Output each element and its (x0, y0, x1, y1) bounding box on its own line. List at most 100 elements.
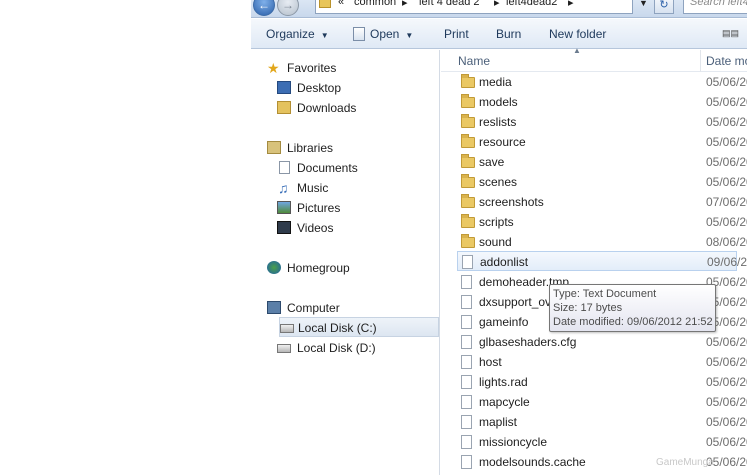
nav-label: Local Disk (C:) (298, 321, 377, 335)
nav-label: Music (297, 181, 329, 195)
folder-row[interactable]: media 05/06/20 (441, 72, 747, 92)
file-name: lights.rad (479, 375, 528, 389)
nav-label: Pictures (297, 201, 341, 215)
file-date-modified: 05/06/20 (706, 155, 747, 169)
file-name: models (479, 95, 518, 109)
command-bar: Organize ▼ Open ▼ Print Burn New folder ▤▤ (251, 19, 747, 49)
file-name: mapcycle (479, 395, 530, 409)
burn-button[interactable]: Burn (496, 27, 521, 41)
folder-icon (461, 154, 475, 168)
nav-label: Favorites (287, 61, 337, 75)
print-button[interactable]: Print (444, 27, 469, 41)
folder-row[interactable]: models 05/06/20 (441, 92, 747, 112)
file-tooltip: Type: Text Document Size: 17 bytes Date … (549, 284, 716, 332)
nav-label: Desktop (297, 81, 342, 95)
forward-button[interactable]: → (277, 0, 299, 16)
forward-arrow-icon: → (282, 0, 294, 12)
organize-label: Organize (266, 27, 315, 41)
document-icon (461, 455, 472, 469)
folder-icon (461, 74, 475, 88)
column-name[interactable]: Name (458, 54, 490, 68)
file-name: gameinfo (479, 315, 529, 329)
search-input[interactable]: Search left4 (683, 0, 747, 14)
pictures-icon (277, 201, 291, 214)
back-button[interactable]: ← (253, 0, 275, 16)
file-row[interactable]: maplist 05/06/20 (441, 412, 747, 432)
nav-label: Documents (297, 161, 358, 175)
nav-label: Videos (297, 221, 334, 235)
folder-icon (461, 134, 475, 148)
file-name: resource (479, 135, 526, 149)
chevron-right-icon[interactable]: ▸ (402, 0, 408, 9)
file-row[interactable]: host 05/06/20 (441, 352, 747, 372)
file-row[interactable]: missioncycle 05/06/20 (441, 432, 747, 452)
document-icon (462, 255, 473, 269)
file-date-modified: 05/06/20 (706, 415, 747, 429)
file-date-modified: 05/06/20 (706, 395, 747, 409)
file-date-modified: 05/06/20 (706, 115, 747, 129)
document-icon (461, 335, 472, 349)
address-bar: ← → « common ▸ left 4 dead 2 ▸ left4dead… (251, 0, 747, 18)
folder-row[interactable]: reslists 05/06/20 (441, 112, 747, 132)
file-date-modified: 05/06/20 (706, 435, 747, 449)
document-icon (461, 315, 472, 329)
column-date-modified[interactable]: Date mo (706, 54, 747, 68)
nav-label: Homegroup (287, 261, 350, 275)
column-header: ▲ Name Date mo (441, 46, 747, 72)
refresh-button[interactable]: ↻ (654, 0, 674, 14)
chevron-down-icon[interactable]: ▼ (639, 0, 648, 8)
file-date-modified: 05/06/20 (706, 215, 747, 229)
explorer-window: ← → « common ▸ left 4 dead 2 ▸ left4dead… (251, 0, 747, 475)
file-name: addonlist (480, 255, 529, 269)
folder-row[interactable]: sound 08/06/20 (441, 232, 747, 252)
organize-button[interactable]: Organize ▼ (266, 27, 329, 41)
file-row[interactable]: addonlist 09/06/20 (457, 251, 747, 271)
folder-icon (461, 234, 475, 248)
open-label: Open (370, 27, 400, 41)
file-name: missioncycle (479, 435, 548, 449)
document-icon (461, 295, 472, 309)
folder-icon (461, 114, 475, 128)
breadcrumb-overflow[interactable]: « (338, 0, 344, 8)
back-arrow-icon: ← (258, 0, 270, 12)
open-button[interactable]: Open ▼ (353, 27, 413, 41)
file-date-modified: 07/06/20 (706, 195, 747, 209)
file-date-modified: 05/06/20 (706, 135, 747, 149)
file-row[interactable]: mapcycle 05/06/20 (441, 392, 747, 412)
tooltip-date: Date modified: 09/06/2012 21:52 (553, 316, 713, 328)
folder-row[interactable]: save 05/06/20 (441, 152, 747, 172)
nav-label: Downloads (297, 101, 357, 115)
file-row[interactable]: glbaseshaders.cfg 05/06/20 (441, 332, 747, 352)
nav-label: Computer (287, 301, 340, 315)
folder-row[interactable]: scripts 05/06/20 (441, 212, 747, 232)
view-options-icon[interactable]: ▤▤ (722, 28, 739, 38)
breadcrumb-item-common[interactable]: common (354, 0, 396, 8)
document-icon (461, 355, 472, 369)
drive-icon (280, 324, 294, 333)
folder-row[interactable]: resource 05/06/20 (441, 132, 747, 152)
file-date-modified: 05/06/20 (706, 375, 747, 389)
file-date-modified: 08/06/20 (706, 235, 747, 249)
breadcrumb-item-left-4-dead-2[interactable]: left 4 dead 2 (419, 0, 480, 8)
file-date-modified: 05/06/20 (706, 355, 747, 369)
nav-label: Libraries (287, 141, 334, 155)
refresh-icon: ↻ (659, 0, 669, 11)
chevron-right-icon[interactable]: ▸ (568, 0, 574, 9)
breadcrumb[interactable]: « common ▸ left 4 dead 2 ▸ left4dead2 ▸ (315, 0, 633, 14)
libraries-icon (267, 141, 281, 154)
file-name: scenes (479, 175, 518, 189)
nav-item-local-disk-c[interactable]: Local Disk (C:) (279, 317, 439, 337)
folder-row[interactable]: screenshots 07/06/20 (441, 192, 747, 212)
file-name: glbaseshaders.cfg (479, 335, 577, 349)
folder-row[interactable]: scenes 05/06/20 (441, 172, 747, 192)
chevron-right-icon[interactable]: ▸ (494, 0, 500, 9)
file-name: screenshots (479, 195, 544, 209)
new-folder-button[interactable]: New folder (549, 27, 606, 41)
drive-icon (277, 344, 291, 353)
chevron-down-icon: ▼ (405, 31, 414, 40)
homegroup-icon (267, 261, 281, 274)
downloads-icon (277, 101, 291, 114)
breadcrumb-item-left4dead2[interactable]: left4dead2 (506, 0, 557, 8)
column-divider[interactable] (700, 50, 701, 72)
file-row[interactable]: lights.rad 05/06/20 (441, 372, 747, 392)
